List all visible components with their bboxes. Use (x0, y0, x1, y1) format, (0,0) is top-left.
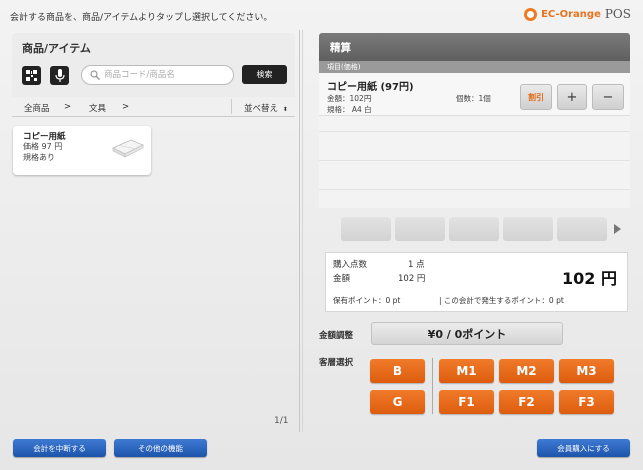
brand-pos: POS (604, 7, 631, 21)
sort-label: 並べ替え (244, 104, 279, 114)
segment-button-m2[interactable]: M2 (499, 359, 554, 383)
cancel-checkout-button[interactable]: 会計を中断する (13, 439, 106, 457)
sort-divider (231, 99, 232, 114)
checkout-title: 精算 (330, 42, 351, 54)
cart-row-separator (319, 160, 630, 161)
cart-item-quantity: 個数：1個 (456, 94, 491, 103)
function-key-5[interactable] (557, 217, 607, 241)
function-key-3[interactable] (449, 217, 499, 241)
cart-item-spec: 規格： A4 白 (327, 105, 372, 114)
brand-logo-icon (524, 7, 538, 21)
product-card[interactable]: コピー用紙 価格 97 円 規格あり (13, 126, 151, 175)
price-adjust-label: 金額調整 (319, 331, 354, 341)
cart-row-separator (319, 189, 630, 190)
function-key-4[interactable] (503, 217, 553, 241)
amount-value: 102 円 (398, 274, 426, 284)
pagination: 1/1 (274, 416, 289, 426)
breadcrumb-separator: > (64, 102, 72, 112)
discount-button[interactable]: 割引 (520, 84, 552, 110)
search-icon (90, 70, 100, 80)
microphone-icon[interactable] (50, 66, 69, 85)
panel-divider (299, 30, 300, 432)
breadcrumb-all-products[interactable]: 全商品 (24, 102, 50, 114)
segment-button-m3[interactable]: M3 (559, 359, 614, 383)
sort-button[interactable]: 並べ替え ⬍ (244, 102, 288, 114)
segment-button-f2[interactable]: F2 (499, 390, 554, 414)
decrease-quantity-button[interactable]: − (592, 84, 624, 110)
product-price: 価格 97 円 (23, 142, 63, 151)
search-button[interactable]: 検索 (242, 65, 287, 84)
cart-item-amount: 金額：102円 (327, 94, 372, 103)
totals-panel: 購入点数 1 点 金額 102 円 102 円 保有ポイント：0 pt | この… (325, 252, 628, 312)
increase-quantity-button[interactable]: + (557, 84, 587, 110)
search-input[interactable] (104, 68, 230, 82)
breadcrumb-stationery[interactable]: 文具 (89, 102, 106, 114)
barcode-scan-icon[interactable] (22, 66, 41, 85)
segment-button-b[interactable]: B (370, 359, 425, 383)
checkout-header: 精算 (319, 33, 630, 61)
member-purchase-button[interactable]: 会員購入にする (537, 439, 630, 457)
instruction-text: 会計する商品を、商品/アイテムよりタップし選択してください。 (10, 13, 273, 23)
cart-item-name: コピー用紙 (97円) (327, 82, 414, 93)
grand-total: 102 円 (562, 269, 617, 288)
segment-button-g[interactable]: G (370, 390, 425, 414)
item-count-value: 1 点 (408, 260, 425, 270)
brand-name: EC-Orange (541, 8, 601, 20)
sort-arrows-icon: ⬍ (282, 106, 288, 113)
cart-column-header: 項目(価格) (319, 61, 630, 73)
points-earned: | この会計で発生するポイント：0 pt (439, 296, 564, 305)
next-page-arrow-icon[interactable] (614, 224, 621, 234)
breadcrumb-separator: > (122, 102, 130, 112)
product-variant-note: 規格あり (23, 153, 55, 162)
search-box[interactable] (81, 65, 234, 85)
product-image (112, 139, 144, 158)
points-held: 保有ポイント：0 pt (333, 296, 401, 305)
cart-item-row[interactable]: コピー用紙 (97円) 金額：102円 規格： A4 白 個数：1個 割引 + … (319, 73, 630, 116)
function-key-1[interactable] (341, 217, 391, 241)
cart-row-separator (319, 131, 630, 132)
item-count-label: 購入点数 (333, 260, 368, 270)
function-key-2[interactable] (395, 217, 445, 241)
breadcrumb: 全商品 > 文具 > 並べ替え ⬍ (12, 97, 295, 117)
amount-label: 金額 (333, 274, 351, 284)
segment-button-f1[interactable]: F1 (439, 390, 494, 414)
segment-button-m1[interactable]: M1 (439, 359, 494, 383)
segment-divider (432, 358, 433, 414)
customer-segment-label: 客層選択 (319, 358, 354, 368)
product-panel-title: 商品/アイテム (22, 42, 91, 55)
price-adjust-field[interactable]: ¥0 / 0ポイント (371, 322, 563, 345)
panel-divider-shadow (302, 30, 303, 432)
other-functions-button[interactable]: その他の機能 (114, 439, 207, 457)
brand-logo-group: EC-Orange POS (524, 7, 631, 21)
segment-button-f3[interactable]: F3 (559, 390, 614, 414)
